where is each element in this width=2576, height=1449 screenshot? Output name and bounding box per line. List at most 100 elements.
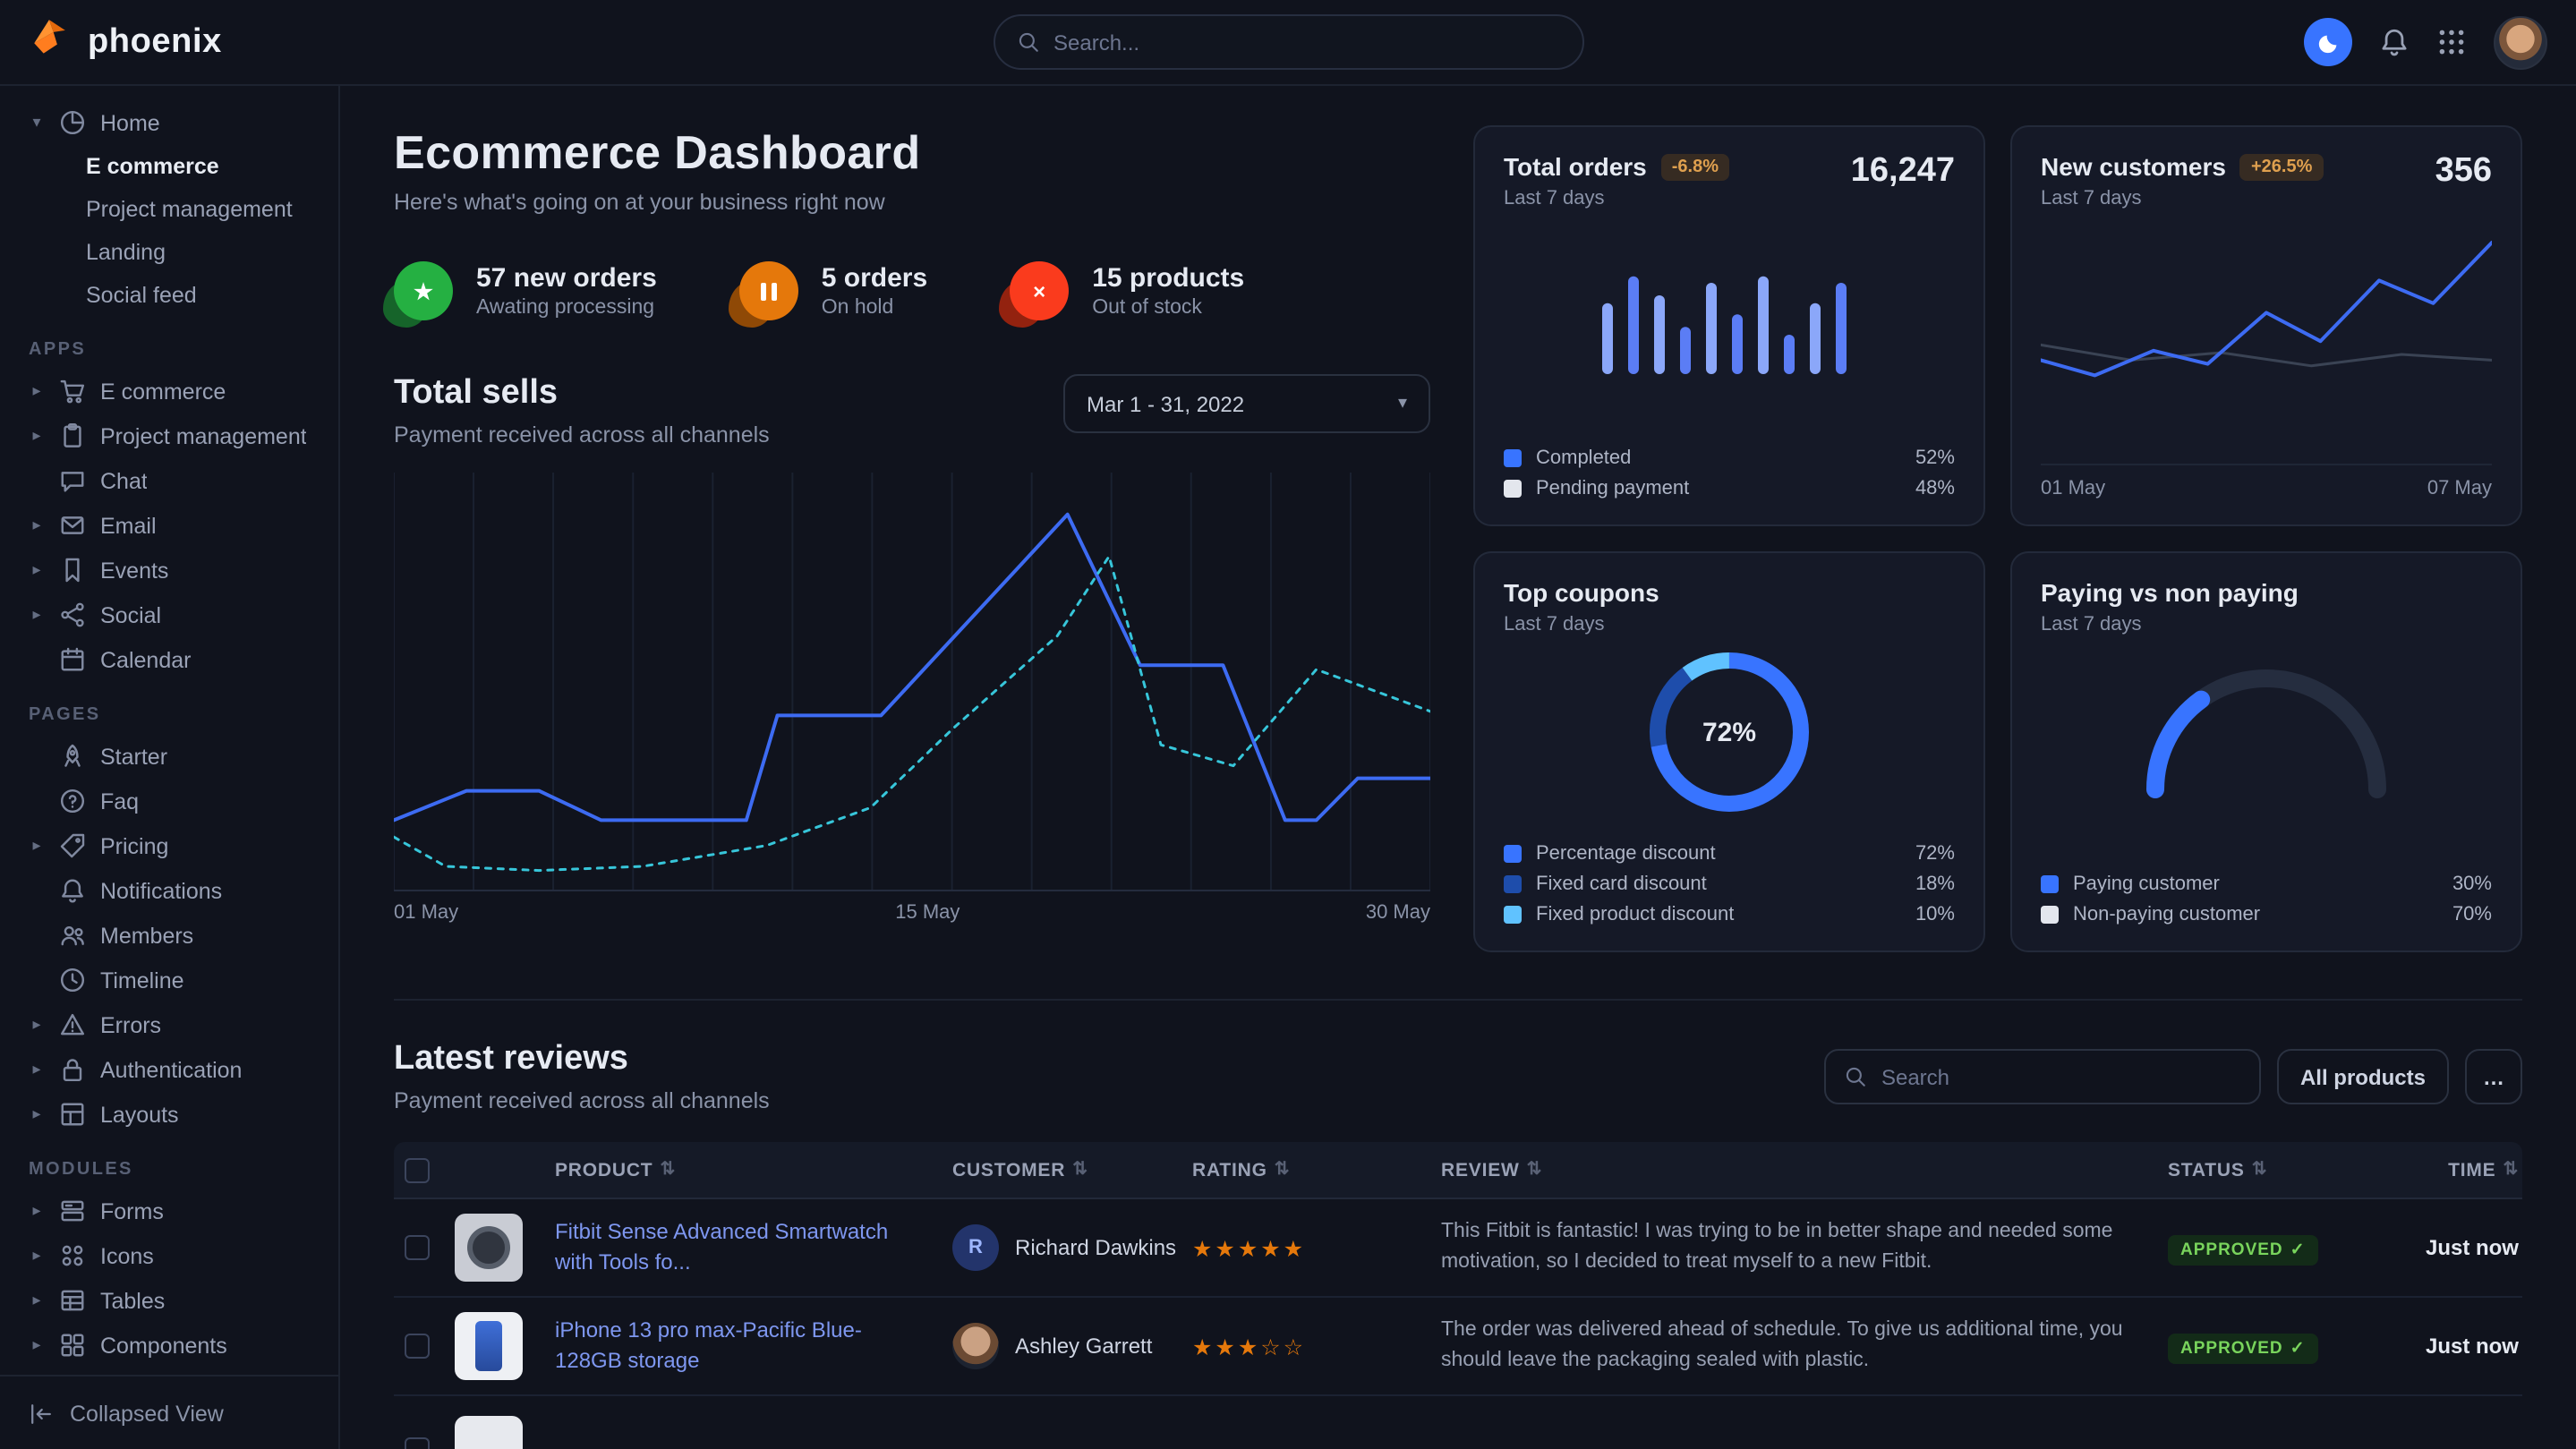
bookmark-icon: [59, 557, 86, 584]
date-range-select[interactable]: Mar 1 - 31, 2022 ▾: [1063, 374, 1430, 433]
sidebar-item-tables[interactable]: ▸ Tables: [0, 1278, 338, 1323]
all-products-button[interactable]: All products: [2277, 1049, 2449, 1104]
theme-toggle-button[interactable]: [2304, 18, 2352, 66]
sidebar-item-authentication[interactable]: ▸ Authentication: [0, 1047, 338, 1092]
sidebar-item-ecommerce[interactable]: E commerce: [0, 145, 338, 188]
kpi-cards: Total orders -6.8% Last 7 days 16,247 Co…: [1473, 125, 2522, 952]
rating-stars: ★★★☆☆: [1192, 1333, 1441, 1360]
card-period: Last 7 days: [1504, 188, 1729, 209]
legend-swatch: [1504, 875, 1522, 893]
collapsed-view-toggle[interactable]: Collapsed View: [0, 1375, 338, 1449]
rocket-icon: [59, 743, 86, 770]
star-icon: ★: [394, 261, 453, 320]
change-badge: +26.5%: [2240, 153, 2323, 180]
row-checkbox[interactable]: [405, 1235, 430, 1260]
clipboard-icon: [59, 422, 86, 449]
sort-icon[interactable]: ⇅: [1527, 1160, 1543, 1180]
sidebar-item-social-feed[interactable]: Social feed: [0, 274, 338, 317]
total-orders-value: 16,247: [1851, 152, 1955, 192]
bell-icon: [59, 877, 86, 904]
sidebar-item-components[interactable]: ▸ Components: [0, 1323, 338, 1368]
sidebar-item-landing[interactable]: Landing: [0, 231, 338, 274]
sidebar-item-faq[interactable]: Faq: [0, 779, 338, 823]
brand[interactable]: phoenix: [29, 15, 222, 69]
sidebar-item-timeline[interactable]: Timeline: [0, 958, 338, 1002]
product-image[interactable]: [455, 1312, 523, 1380]
legend-item: Completed 52%: [1504, 447, 1955, 469]
global-search-input[interactable]: [1053, 30, 1560, 55]
sidebar-item-notifications[interactable]: Notifications: [0, 868, 338, 913]
total-orders-card: Total orders -6.8% Last 7 days 16,247 Co…: [1473, 125, 1985, 526]
change-badge: -6.8%: [1661, 153, 1729, 180]
users-icon: [59, 922, 86, 949]
pause-icon: [739, 261, 798, 320]
components-icon: [59, 1332, 86, 1359]
user-avatar[interactable]: [2494, 15, 2547, 69]
stat-value: 15 products: [1092, 263, 1244, 294]
more-options-button[interactable]: …: [2465, 1049, 2522, 1104]
table-icon: [59, 1287, 86, 1314]
row-checkbox[interactable]: [405, 1437, 430, 1449]
product-link[interactable]: Fitbit Sense Advanced Smartwatch with To…: [555, 1217, 952, 1277]
help-icon: [59, 788, 86, 814]
sidebar-item-home[interactable]: ▾ Home: [0, 100, 338, 145]
sidebar-item-calendar[interactable]: Calendar: [0, 637, 338, 682]
total-sells-chart: [394, 473, 1430, 891]
total-sells-subtitle: Payment received across all channels: [394, 422, 770, 447]
reviews-search: [1824, 1049, 2261, 1104]
customer-cell: R Richard Dawkins: [952, 1224, 1192, 1271]
sidebar-item-members[interactable]: Members: [0, 913, 338, 958]
cart-icon: [59, 378, 86, 405]
sidebar-item-chat[interactable]: Chat: [0, 458, 338, 503]
chevron-right-icon: ▸: [29, 516, 45, 535]
reviews-table: PRODUCT⇅ CUSTOMER⇅ RATING⇅ REVIEW⇅ STATU…: [394, 1142, 2522, 1449]
sidebar-item-errors[interactable]: ▸ Errors: [0, 1002, 338, 1047]
sidebar-item-project-management[interactable]: Project management: [0, 188, 338, 231]
sidebar-item-app-ecommerce[interactable]: ▸ E commerce: [0, 369, 338, 413]
stat-caption: Out of stock: [1092, 297, 1244, 319]
customer-cell: Ashley Garrett: [952, 1323, 1192, 1369]
chevron-right-icon: ▸: [29, 1291, 45, 1310]
chevron-right-icon: ▸: [29, 426, 45, 446]
global-search: [993, 14, 1583, 70]
sidebar-section-apps: APPS: [0, 317, 338, 369]
chevron-right-icon: ▸: [29, 1015, 45, 1035]
top-coupons-legend: Percentage discount 72% Fixed card disco…: [1504, 843, 1955, 925]
sidebar-item-layouts[interactable]: ▸ Layouts: [0, 1092, 338, 1137]
reviews-search-input[interactable]: [1881, 1064, 2241, 1089]
sidebar-item-icons[interactable]: ▸ Icons: [0, 1233, 338, 1278]
check-icon: ✓: [2290, 1240, 2306, 1259]
sort-icon[interactable]: ⇅: [1275, 1160, 1291, 1180]
sort-icon[interactable]: ⇅: [660, 1160, 676, 1180]
chevron-right-icon: ▸: [29, 836, 45, 856]
sidebar-item-email[interactable]: ▸ Email: [0, 503, 338, 548]
sidebar-item-pricing[interactable]: ▸ Pricing: [0, 823, 338, 868]
sidebar-item-starter[interactable]: Starter: [0, 734, 338, 779]
sidebar-item-app-project-management[interactable]: ▸ Project management: [0, 413, 338, 458]
legend-item: Fixed product discount 10%: [1504, 904, 1955, 925]
latest-reviews-section: Latest reviews Payment received across a…: [394, 1001, 2522, 1449]
product-image[interactable]: [455, 1214, 523, 1282]
search-icon: [1016, 30, 1039, 54]
sort-icon[interactable]: ⇅: [1072, 1160, 1088, 1180]
product-image[interactable]: [455, 1416, 523, 1449]
sidebar-item-social[interactable]: ▸ Social: [0, 592, 338, 637]
product-link[interactable]: iPhone 13 pro max-Pacific Blue-128GB sto…: [555, 1316, 952, 1376]
status-badge: APPROVED✓: [2168, 1333, 2318, 1363]
collapse-icon: [29, 1401, 54, 1426]
donut-center-value: 72%: [1640, 643, 1819, 822]
select-all-checkbox[interactable]: [405, 1157, 430, 1182]
chevron-right-icon: ▸: [29, 1201, 45, 1221]
sort-icon[interactable]: ⇅: [2503, 1160, 2519, 1180]
row-checkbox[interactable]: [405, 1334, 430, 1359]
legend-swatch: [1504, 480, 1522, 498]
sidebar-section-pages: PAGES: [0, 682, 338, 734]
sort-icon[interactable]: ⇅: [2252, 1160, 2268, 1180]
stat-new-orders: ★ 57 new orders Awating processing: [394, 261, 657, 320]
apps-grid-icon[interactable]: [2436, 27, 2467, 57]
sidebar-item-events[interactable]: ▸ Events: [0, 548, 338, 592]
sidebar-item-forms[interactable]: ▸ Forms: [0, 1189, 338, 1233]
notifications-bell-icon[interactable]: [2379, 27, 2410, 57]
search-icon: [1844, 1065, 1867, 1088]
total-orders-legend: Completed 52% Pending payment 48%: [1504, 447, 1955, 499]
